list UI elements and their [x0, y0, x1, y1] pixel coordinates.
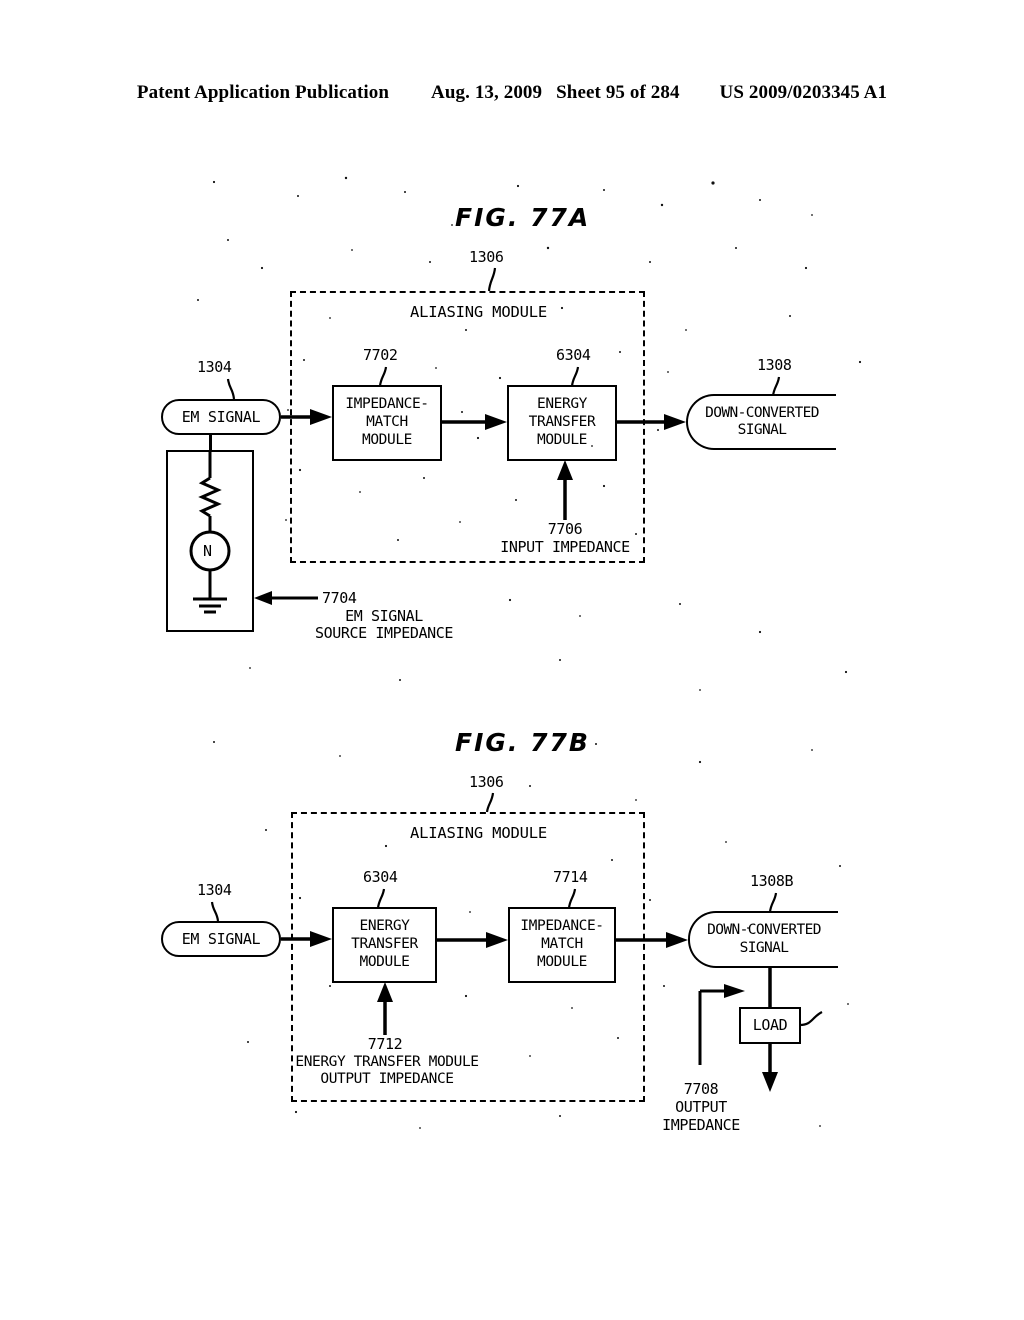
ref-7708: 7708: [683, 1080, 719, 1098]
load-label: LOAD: [752, 1016, 788, 1035]
load-box: LOAD: [739, 1007, 801, 1044]
output-impedance-line2: IMPEDANCE: [662, 1116, 740, 1134]
load-branch-wiring: [698, 966, 823, 1092]
output-impedance-line1: OUTPUT: [675, 1098, 727, 1116]
